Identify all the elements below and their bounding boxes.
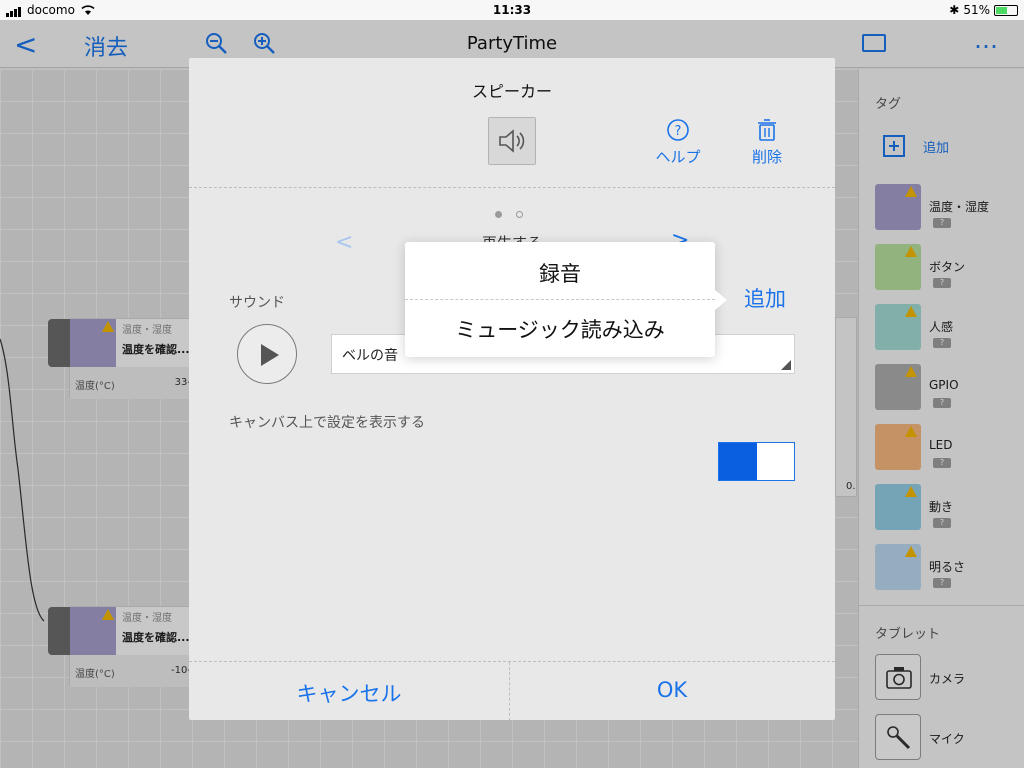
- help-label: ヘルプ: [655, 148, 701, 166]
- delete-button[interactable]: 削除: [746, 118, 788, 167]
- play-button[interactable]: [237, 324, 297, 384]
- bluetooth-icon: ✱: [949, 3, 960, 17]
- toggle-knob: [719, 443, 757, 480]
- speaker-icon: [488, 117, 536, 165]
- speaker-settings-dialog: スピーカー ? ヘルプ 削除 < 再生する > サウンド 追加 ベルの音 キャン…: [189, 58, 835, 721]
- add-sound-button[interactable]: 追加: [744, 283, 786, 313]
- sound-label: サウンド: [229, 295, 285, 311]
- record-option[interactable]: 録音: [405, 258, 715, 288]
- show-on-canvas-label: キャンバス上で設定を表示する: [229, 415, 425, 431]
- battery-percent: 51%: [963, 3, 990, 17]
- delete-label: 削除: [751, 148, 782, 166]
- page-dot: [516, 211, 523, 218]
- clock: 11:33: [492, 3, 532, 17]
- divider: [189, 187, 835, 188]
- import-music-option[interactable]: ミュージック読み込み: [405, 314, 715, 344]
- status-bar: docomo 11:33 ✱ 51%: [0, 0, 1024, 20]
- popover-arrow: [715, 290, 727, 310]
- ok-button[interactable]: OK: [509, 678, 835, 702]
- trash-icon: [758, 119, 776, 141]
- help-icon: ?: [667, 119, 689, 141]
- sound-select-value: ベルの音: [342, 348, 398, 364]
- page-dot-active: [495, 211, 502, 218]
- divider: [405, 299, 715, 300]
- dialog-footer: キャンセル OK: [189, 661, 835, 721]
- help-button[interactable]: ? ヘルプ: [652, 118, 704, 167]
- dropdown-corner-icon: [781, 360, 791, 370]
- svg-text:?: ?: [675, 124, 682, 139]
- show-on-canvas-toggle[interactable]: [718, 442, 795, 481]
- cancel-button[interactable]: キャンセル: [189, 678, 509, 708]
- dialog-title: スピーカー: [471, 82, 552, 101]
- page-indicator: [495, 211, 523, 218]
- add-sound-popover: 録音 ミュージック読み込み: [405, 242, 727, 357]
- battery-icon: [994, 4, 1018, 16]
